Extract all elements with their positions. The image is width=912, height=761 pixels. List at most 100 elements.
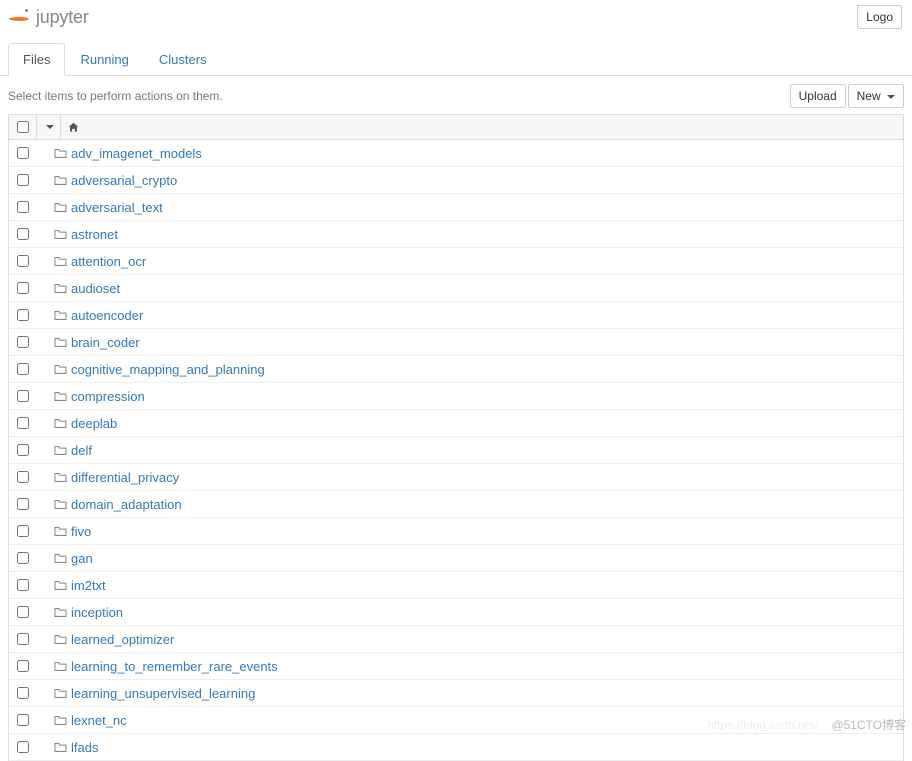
row-checkbox[interactable] <box>17 714 29 726</box>
file-link[interactable]: compression <box>69 389 145 404</box>
row-checkbox[interactable] <box>17 687 29 699</box>
row-checkbox-cell[interactable] <box>17 417 51 429</box>
row-checkbox[interactable] <box>17 471 29 483</box>
row-checkbox[interactable] <box>17 174 29 186</box>
row-checkbox-cell[interactable] <box>17 174 51 186</box>
row-checkbox[interactable] <box>17 417 29 429</box>
file-link[interactable]: learning_to_remember_rare_events <box>69 659 278 674</box>
row-checkbox[interactable] <box>17 552 29 564</box>
row-checkbox-cell[interactable] <box>17 444 51 456</box>
folder-icon <box>54 499 67 510</box>
row-checkbox-cell[interactable] <box>17 660 51 672</box>
jupyter-logo-icon <box>8 4 30 30</box>
toolbar: Select items to perform actions on them.… <box>0 76 912 114</box>
tab-clusters[interactable]: Clusters <box>144 43 222 76</box>
file-link[interactable]: fivo <box>69 524 91 539</box>
row-checkbox-cell[interactable] <box>17 741 51 753</box>
sort-dropdown[interactable] <box>37 115 61 139</box>
row-checkbox[interactable] <box>17 606 29 618</box>
folder-icon <box>54 661 67 672</box>
row-checkbox[interactable] <box>17 336 29 348</box>
row-checkbox-cell[interactable] <box>17 714 51 726</box>
folder-icon <box>54 607 67 618</box>
folder-icon <box>54 472 67 483</box>
file-link[interactable]: deeplab <box>69 416 117 431</box>
row-checkbox-cell[interactable] <box>17 309 51 321</box>
file-link[interactable]: lexnet_nc <box>69 713 127 728</box>
file-link[interactable]: brain_coder <box>69 335 140 350</box>
row-checkbox[interactable] <box>17 444 29 456</box>
folder-icon <box>54 553 67 564</box>
file-link[interactable]: differential_privacy <box>69 470 179 485</box>
row-icon <box>51 445 69 456</box>
folder-icon <box>54 634 67 645</box>
breadcrumb-home[interactable] <box>61 115 85 139</box>
row-checkbox[interactable] <box>17 255 29 267</box>
row-checkbox[interactable] <box>17 498 29 510</box>
row-checkbox-cell[interactable] <box>17 282 51 294</box>
row-checkbox-cell[interactable] <box>17 498 51 510</box>
file-link[interactable]: delf <box>69 443 92 458</box>
row-checkbox[interactable] <box>17 228 29 240</box>
tab-files[interactable]: Files <box>8 43 65 76</box>
folder-icon <box>54 580 67 591</box>
list-item: audioset <box>9 275 903 302</box>
file-link[interactable]: cognitive_mapping_and_planning <box>69 362 265 377</box>
file-link[interactable]: adversarial_text <box>69 200 163 215</box>
row-checkbox[interactable] <box>17 282 29 294</box>
folder-icon <box>54 310 67 321</box>
row-checkbox[interactable] <box>17 147 29 159</box>
row-checkbox[interactable] <box>17 309 29 321</box>
row-checkbox[interactable] <box>17 633 29 645</box>
row-checkbox-cell[interactable] <box>17 390 51 402</box>
file-link[interactable]: adversarial_crypto <box>69 173 177 188</box>
row-checkbox[interactable] <box>17 201 29 213</box>
file-link[interactable]: astronet <box>69 227 118 242</box>
watermark: https://blog.csdn.net/ @51CTO博客 <box>707 716 906 733</box>
select-all-checkbox[interactable] <box>17 121 29 133</box>
row-checkbox[interactable] <box>17 660 29 672</box>
file-link[interactable]: learning_unsupervised_learning <box>69 686 255 701</box>
row-icon <box>51 607 69 618</box>
row-checkbox[interactable] <box>17 525 29 537</box>
row-checkbox-cell[interactable] <box>17 687 51 699</box>
row-icon <box>51 634 69 645</box>
row-checkbox-cell[interactable] <box>17 525 51 537</box>
select-all-cell[interactable] <box>9 115 37 139</box>
header: jupyter Logo <box>0 0 912 34</box>
row-icon <box>51 715 69 726</box>
row-checkbox-cell[interactable] <box>17 552 51 564</box>
row-checkbox-cell[interactable] <box>17 471 51 483</box>
row-checkbox-cell[interactable] <box>17 255 51 267</box>
file-link[interactable]: im2txt <box>69 578 106 593</box>
row-checkbox[interactable] <box>17 741 29 753</box>
file-link[interactable]: learned_optimizer <box>69 632 174 647</box>
home-icon <box>68 122 79 133</box>
brand[interactable]: jupyter <box>8 4 89 30</box>
file-link[interactable]: lfads <box>69 740 98 755</box>
tab-running[interactable]: Running <box>65 43 143 76</box>
file-link[interactable]: inception <box>69 605 123 620</box>
file-link[interactable]: autoencoder <box>69 308 143 323</box>
row-checkbox-cell[interactable] <box>17 633 51 645</box>
logout-button[interactable]: Logo <box>857 5 902 29</box>
file-link[interactable]: domain_adaptation <box>69 497 182 512</box>
row-checkbox-cell[interactable] <box>17 147 51 159</box>
row-checkbox-cell[interactable] <box>17 228 51 240</box>
upload-button[interactable]: Upload <box>790 84 846 108</box>
file-link[interactable]: gan <box>69 551 93 566</box>
file-link[interactable]: attention_ocr <box>69 254 146 269</box>
row-checkbox[interactable] <box>17 390 29 402</box>
row-checkbox[interactable] <box>17 363 29 375</box>
row-checkbox[interactable] <box>17 579 29 591</box>
row-checkbox-cell[interactable] <box>17 201 51 213</box>
folder-icon <box>54 688 67 699</box>
row-checkbox-cell[interactable] <box>17 579 51 591</box>
file-link[interactable]: audioset <box>69 281 120 296</box>
row-checkbox-cell[interactable] <box>17 606 51 618</box>
list-item: cognitive_mapping_and_planning <box>9 356 903 383</box>
row-checkbox-cell[interactable] <box>17 363 51 375</box>
new-button[interactable]: New <box>848 84 904 108</box>
file-link[interactable]: adv_imagenet_models <box>69 146 202 161</box>
row-checkbox-cell[interactable] <box>17 336 51 348</box>
